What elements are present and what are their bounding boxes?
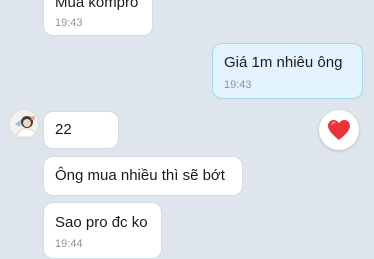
message-text: Sao pro đc ko [55, 214, 148, 231]
message-bubble-incoming[interactable]: Ông mua nhiều thì sẽ bớt [43, 156, 243, 196]
message-text: 22 [55, 121, 72, 138]
heart-icon [328, 120, 350, 140]
message-timestamp: 19:44 [55, 238, 83, 250]
message-bubble-incoming[interactable]: Mua kompro 19:43 [43, 0, 153, 36]
message-bubble-incoming[interactable]: Sao pro đc ko 19:44 [43, 202, 162, 259]
message-text: Mua kompro [55, 0, 139, 11]
message-timestamp: 19:43 [55, 17, 83, 29]
message-bubble-outgoing[interactable]: Giá 1m nhiêu ông 19:43 [212, 43, 363, 99]
sender-avatar[interactable] [9, 109, 39, 139]
message-timestamp: 19:43 [224, 79, 252, 91]
message-text: Ông mua nhiều thì sẽ bớt [55, 167, 225, 184]
message-text: Giá 1m nhiêu ông [224, 54, 343, 71]
heart-reaction-button[interactable] [319, 110, 359, 150]
message-bubble-incoming[interactable]: 22 [43, 111, 119, 149]
avatar-image [10, 110, 38, 138]
